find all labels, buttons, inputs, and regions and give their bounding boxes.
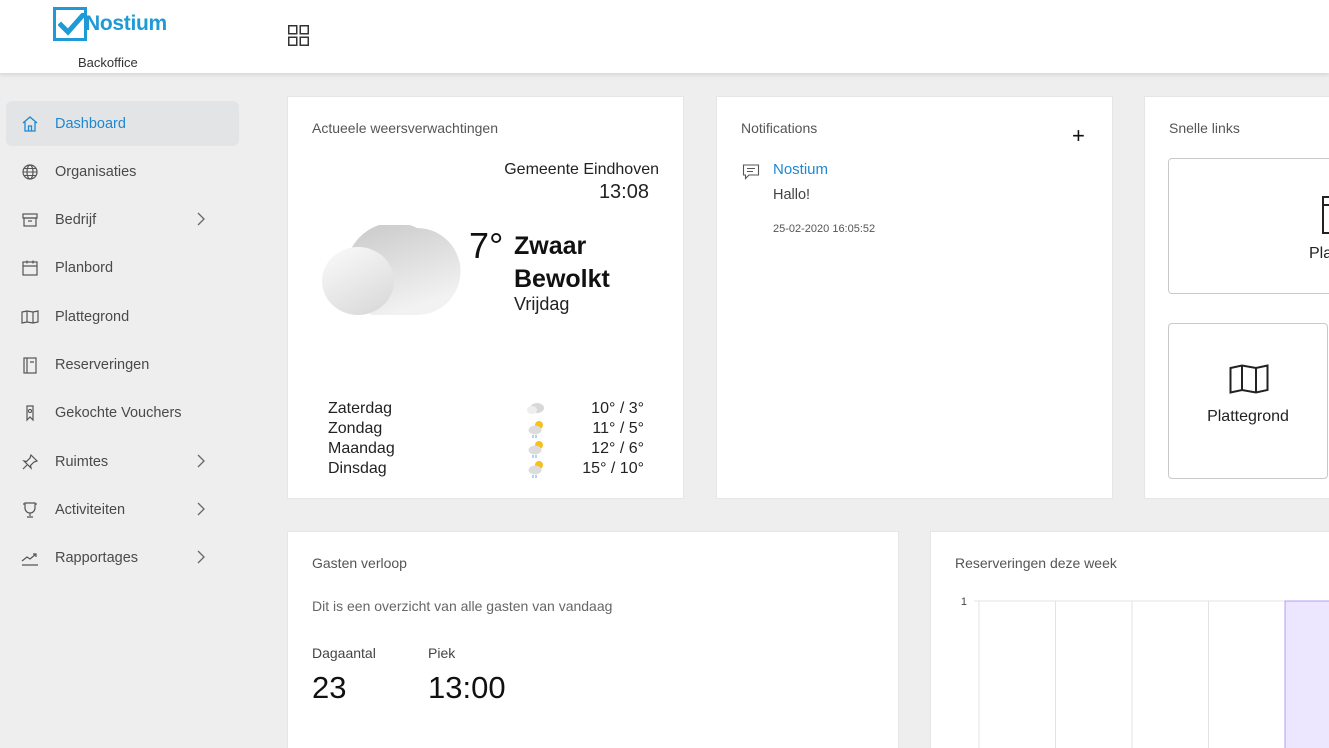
forecast-row: Dinsdag 15° / 10° [328, 460, 644, 480]
forecast-temp: 15° / 10° [582, 460, 644, 477]
weather-city: Gemeente Eindhoven [504, 161, 659, 178]
sidebar-item-ruimtes[interactable]: Ruimtes [6, 439, 239, 484]
notification-sender[interactable]: Nostium [773, 161, 828, 178]
chevron-right-icon [197, 212, 205, 226]
sidebar-item-activiteiten[interactable]: Activiteiten [6, 487, 239, 532]
sidebar-item-label: Gekochte Vouchers [55, 404, 182, 421]
document-icon [1322, 196, 1329, 234]
chart-bar [1284, 600, 1329, 748]
peak-label: Piek [428, 645, 456, 661]
weather-temperature: 7° [469, 225, 504, 266]
cloud-icon [527, 403, 544, 414]
sidebar-item-rapportages[interactable]: Rapportages [6, 535, 239, 580]
cloud-large-icon [322, 225, 461, 315]
notification-date: 25-02-2020 16:05:52 [773, 223, 876, 235]
reservations-chart-card: Reserveringen deze week 1 [930, 531, 1329, 748]
y-tick-label: 1 [961, 596, 967, 608]
archive-box-icon [22, 213, 38, 227]
forecast-row: Maandag 12° / 6° [328, 440, 644, 460]
sidebar-item-label: Dashboard [55, 115, 126, 132]
sidebar-item-label: Planbord [55, 259, 114, 276]
daily-count-label: Dagaantal [312, 645, 376, 661]
forecast-day: Dinsdag [328, 460, 387, 477]
guests-card: Gasten verloop Dit is een overzicht van … [287, 531, 899, 748]
sidebar-item-label: Activiteiten [55, 501, 126, 518]
forecast-day: Zondag [328, 420, 383, 437]
globe-icon [22, 164, 38, 180]
sidebar-item-label: Organisaties [55, 163, 137, 180]
brand-name: Nostium [85, 12, 167, 35]
sidebar-item-label: Bedrijf [55, 211, 97, 228]
sidebar-item-label: Rapportages [55, 549, 139, 566]
sidebar: Dashboard Organisaties Bedrijf Planbord … [0, 73, 247, 748]
sidebar-item-plattegrond[interactable]: Plattegrond [6, 294, 239, 339]
sidebar-item-dashboard[interactable]: Dashboard [6, 101, 239, 146]
trophy-icon [23, 502, 37, 518]
pin-icon [22, 453, 39, 470]
notification-message: Hallo! [773, 187, 811, 203]
weather-card-title: Actueele weersverwachtingen [312, 120, 498, 136]
message-icon [742, 164, 760, 180]
quick-link-label: Plattegrond [1207, 408, 1289, 425]
brand-subtitle: Backoffice [78, 55, 138, 70]
quick-links-card: Snelle links Pla Plattegrond [1144, 96, 1329, 499]
sidebar-item-label: Reserveringen [55, 356, 150, 373]
map-icon [21, 310, 39, 324]
reservations-chart: 1 [961, 596, 1329, 748]
notifications-card-title: Notifications [741, 120, 818, 136]
quick-link-tile[interactable]: Plattegrond [1168, 323, 1328, 479]
sidebar-item-organisaties[interactable]: Organisaties [6, 149, 239, 194]
quick-link-label: Pla [1309, 245, 1329, 262]
trend-icon [21, 553, 38, 566]
sidebar-item-label: Plattegrond [55, 308, 130, 325]
peak-value: 13:00 [428, 670, 506, 705]
brand-logo[interactable]: Nostium [53, 7, 167, 41]
sidebar-item-planbord[interactable]: Planbord [6, 245, 239, 290]
home-icon [22, 116, 38, 132]
weather-condition: Zwaar Bewolkt [514, 232, 610, 293]
weather-day: Vrijdag [514, 294, 570, 314]
calendar-icon [22, 260, 38, 276]
chevron-right-icon [197, 454, 205, 468]
notebook-icon [23, 357, 37, 374]
guests-description: Dit is een overzicht van alle gasten van… [312, 598, 613, 614]
sidebar-item-bedrijf[interactable]: Bedrijf [6, 197, 239, 242]
chevron-right-icon [197, 502, 205, 516]
sun-cloud-rain-icon [528, 421, 543, 438]
forecast-day: Maandag [328, 440, 395, 457]
map-icon [1229, 364, 1269, 394]
quick-link-tile[interactable]: Pla [1168, 158, 1329, 294]
forecast-row: Zondag 11° / 5° [328, 420, 644, 440]
top-header: Nostium Backoffice [0, 0, 1329, 73]
weather-card: Actueele weersverwachtingen Gemeente Ein… [287, 96, 684, 499]
guests-card-title: Gasten verloop [312, 555, 407, 571]
daily-count-value: 23 [312, 670, 347, 705]
ticket-icon [26, 405, 34, 422]
forecast-temp: 12° / 6° [591, 440, 644, 457]
forecast-temp: 11° / 5° [592, 420, 644, 437]
forecast-day: Zaterdag [328, 400, 393, 417]
quick-links-card-title: Snelle links [1169, 120, 1240, 136]
forecast-temp: 10° / 3° [591, 400, 644, 417]
sidebar-item-label: Ruimtes [55, 453, 109, 470]
logo-check-icon [53, 7, 87, 41]
sun-cloud-rain-icon [528, 441, 543, 458]
weather-time: 13:08 [598, 181, 649, 203]
sidebar-item-gekochte-vouchers[interactable]: Gekochte Vouchers [6, 390, 239, 435]
forecast-row: Zaterdag 10° / 3° [328, 400, 644, 420]
notifications-card: Notifications + Nostium Hallo! 25-02-202… [716, 96, 1113, 499]
sidebar-item-reserveringen[interactable]: Reserveringen [6, 342, 239, 387]
apps-grid-icon[interactable] [288, 25, 309, 51]
sun-cloud-rain-icon [528, 461, 543, 478]
chevron-right-icon [197, 550, 205, 564]
add-notification-button[interactable]: + [1072, 123, 1085, 149]
